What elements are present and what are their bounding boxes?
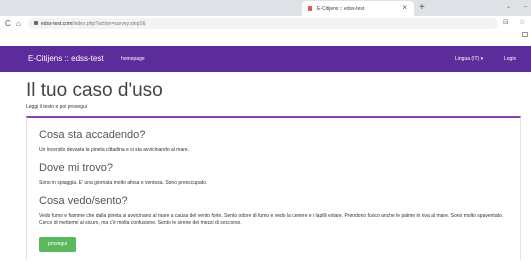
extension-icon[interactable]: ⊟	[503, 18, 509, 26]
login-link[interactable]: Login	[504, 56, 516, 62]
bookmark-star-icon[interactable]: ☆	[519, 18, 525, 26]
address-bar[interactable]: edss-test.com/index.php?action=survey.st…	[28, 18, 498, 29]
language-dropdown[interactable]: Lingua (IT) ▾	[455, 56, 483, 62]
url-path: /index.php?action=survey.step2&	[72, 20, 146, 27]
app-navbar: E-Citijens :: edss-test homepage Lingua …	[0, 46, 531, 72]
tab-title: E-Citijens :: edss-test	[317, 5, 365, 12]
lock-icon	[34, 21, 38, 25]
brand-link[interactable]: E-Citijens :: edss-test	[28, 54, 104, 64]
extension-menu-icon[interactable]	[522, 32, 528, 37]
page-title: Il tuo caso d'uso	[26, 80, 163, 101]
section-heading-see-hear: Cosa vedo/sento?	[39, 195, 128, 207]
browser-toolbar: C ⌂ edss-test.com/index.php?action=surve…	[0, 16, 531, 31]
section-heading-what: Cosa sta accadendo?	[39, 129, 146, 141]
continue-button[interactable]: prosegui	[39, 237, 76, 252]
use-case-panel: Cosa sta accadendo? Un incendio devasta …	[26, 116, 521, 260]
section-heading-where: Dove mi trovo?	[39, 162, 113, 174]
home-icon[interactable]: ⌂	[16, 18, 21, 29]
section-text-what: Un incendio devasta la pineta cittadina …	[39, 147, 190, 153]
favicon-icon	[308, 6, 312, 11]
browser-tab-strip: E-Citijens :: edss-test × + ⌄ –	[0, 0, 531, 16]
chevron-down-icon[interactable]: ⌄	[506, 3, 511, 10]
section-text-where: Sono in spiaggia. E' una giornata molto …	[39, 180, 208, 186]
minimize-icon[interactable]: –	[524, 4, 527, 10]
section-text-see-hear: Vedo fumo e fiamme che dalla pineta si a…	[39, 213, 504, 226]
url-host: edss-test.com	[41, 20, 73, 27]
reload-icon[interactable]: C	[5, 18, 11, 29]
new-tab-icon[interactable]: +	[419, 1, 425, 14]
close-tab-icon[interactable]: ×	[402, 3, 407, 13]
url-text: edss-test.com/index.php?action=survey.st…	[41, 21, 146, 27]
browser-tab[interactable]: E-Citijens :: edss-test ×	[302, 1, 414, 16]
page-subtitle: Leggi il testo e poi prosegui	[26, 104, 87, 110]
nav-homepage-link[interactable]: homepage	[121, 56, 145, 62]
